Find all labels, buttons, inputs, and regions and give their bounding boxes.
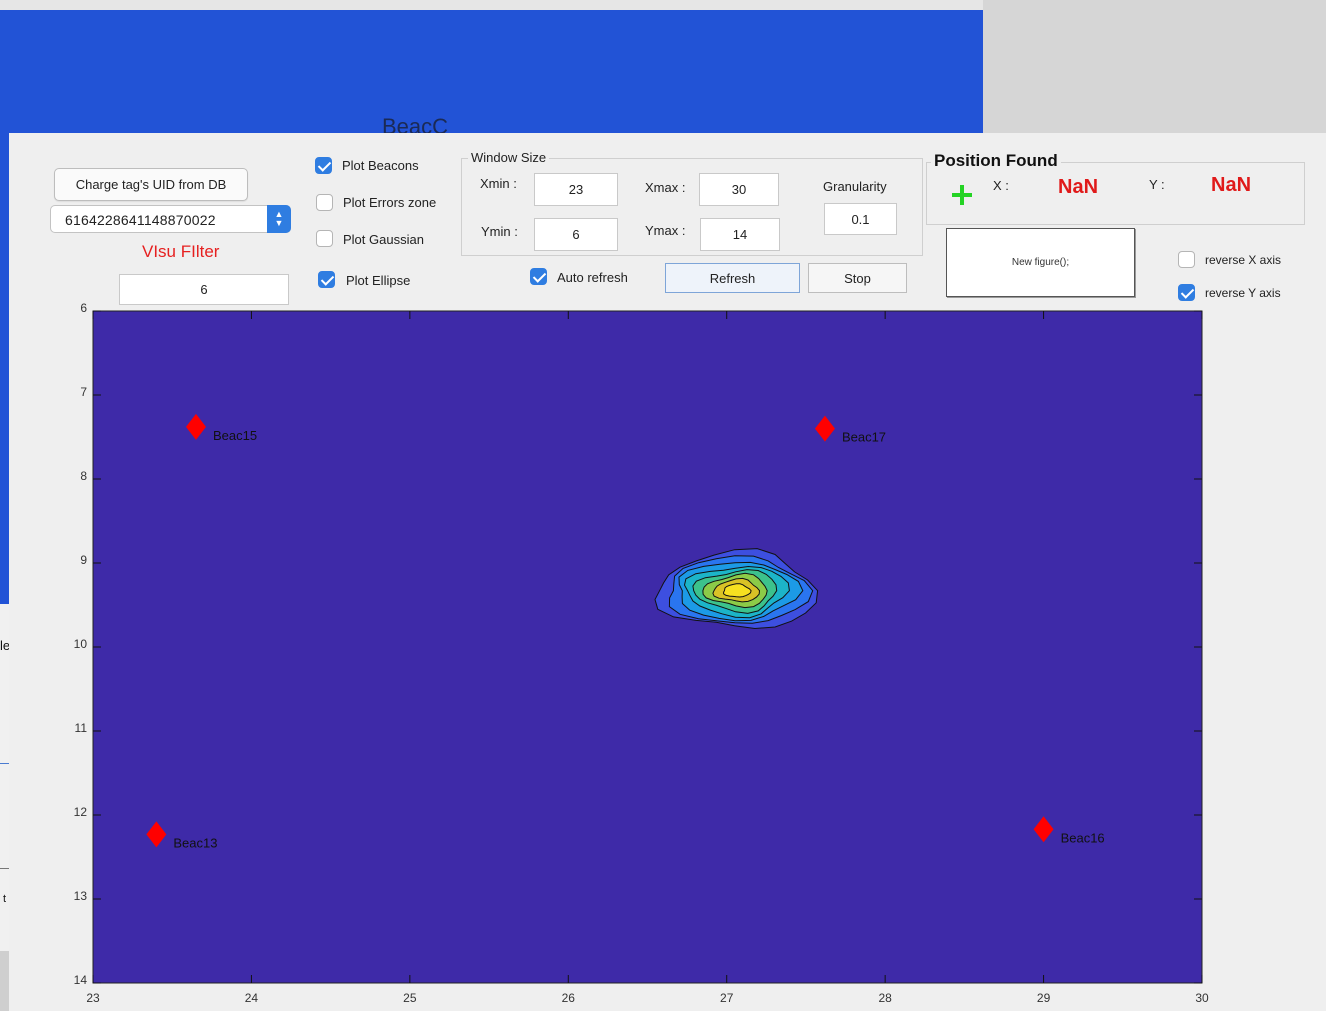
beacon-label: Beac16 <box>1061 830 1105 845</box>
x-tick-label: 28 <box>878 991 892 1005</box>
y-tick-label: 11 <box>75 721 88 735</box>
x-tick-label: 30 <box>1195 991 1209 1005</box>
y-tick-label: 9 <box>80 553 87 567</box>
y-tick-label: 8 <box>80 469 87 483</box>
y-tick-label: 13 <box>74 889 88 903</box>
y-tick-label: 7 <box>80 385 87 399</box>
y-tick-label: 6 <box>80 301 87 315</box>
x-tick-label: 25 <box>403 991 417 1005</box>
y-tick-label: 12 <box>74 805 88 819</box>
beacon-label: Beac13 <box>173 835 217 850</box>
beacon-label: Beac15 <box>213 428 257 443</box>
y-tick-label: 10 <box>74 637 88 651</box>
beacon-label: Beac17 <box>842 430 886 445</box>
x-tick-label: 24 <box>245 991 259 1005</box>
position-plot[interactable]: 23 24 25 26 27 28 29 30 6 7 8 9 10 11 12 13 14 Beac15 Beac… <box>0 0 1326 1011</box>
plot-background <box>92 310 1203 984</box>
x-tick-label: 29 <box>1037 991 1051 1005</box>
x-tick-label: 26 <box>562 991 576 1005</box>
x-tick-label: 27 <box>720 991 734 1005</box>
y-tick-label: 14 <box>74 973 88 987</box>
x-tick-label: 23 <box>86 991 100 1005</box>
